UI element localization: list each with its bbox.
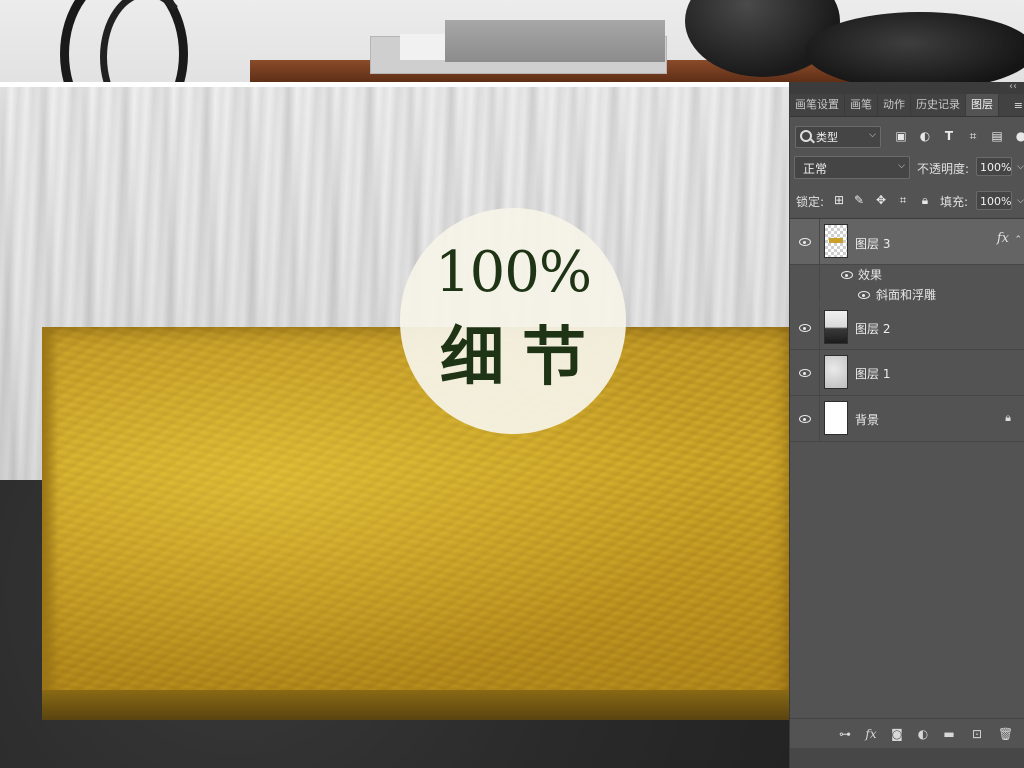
tab-brushes[interactable]: 画笔 — [845, 94, 878, 116]
filter-kind-select[interactable]: 类型 ⌵ — [795, 126, 881, 148]
gold-panel-edge — [42, 327, 58, 720]
layer-thumbnail — [824, 224, 848, 258]
opacity-field[interactable]: 100% — [976, 157, 1012, 176]
layer-name[interactable]: 背景 — [855, 411, 879, 428]
visibility-eye-icon[interactable] — [799, 369, 811, 377]
gold-panel-bottom-edge — [42, 690, 790, 720]
fill-field[interactable]: 100% — [976, 191, 1012, 210]
new-layer-icon[interactable]: ⊡ — [970, 727, 984, 741]
panel-grip[interactable]: ‹‹ — [790, 81, 1024, 94]
divider — [819, 265, 820, 303]
panel-tabs: 画笔设置 画笔 动作 历史记录 图层 — [790, 94, 1024, 117]
chair-decor-2 — [100, 0, 194, 82]
lock-icon: 🔒︎ — [1005, 411, 1011, 424]
delete-layer-icon[interactable]: 🗑︎ — [998, 727, 1013, 741]
panel-bottom — [790, 748, 1024, 768]
fx-icon[interactable]: fx — [997, 231, 1009, 246]
blend-mode-select[interactable]: 正常 ⌵ — [794, 156, 910, 179]
filter-toggle-icon[interactable]: ● — [1014, 129, 1024, 143]
adjustment-layer-icon[interactable]: ◐ — [916, 727, 930, 741]
artboard-icon[interactable]: ⌗ — [896, 193, 910, 207]
layer-row-2[interactable]: 图层 2 — [790, 305, 1024, 350]
layer-thumbnail — [824, 310, 848, 344]
panel-menu-icon[interactable]: ≡ — [1014, 99, 1023, 112]
lock-paint-icon[interactable]: ✎ — [852, 193, 866, 207]
bevel-emboss-eye-icon[interactable] — [858, 291, 870, 299]
fill-label: 填充: — [940, 195, 969, 209]
search-icon — [800, 130, 812, 142]
divider — [819, 396, 820, 441]
badge-word: 细节 — [440, 320, 604, 395]
opacity-dropdown-icon[interactable]: ⌵ — [1017, 162, 1024, 172]
top-photo-strip — [0, 0, 1024, 82]
visibility-eye-icon[interactable] — [799, 324, 811, 332]
collapse-icon[interactable]: ‹‹ — [1009, 81, 1017, 92]
shape-filter-icon[interactable]: ⌗ — [966, 129, 980, 143]
layers-list: 图层 3 fx ⌃ 效果 斜面和浮雕 图层 2 图层 1 背景 🔒︎ — [790, 218, 1024, 719]
divider — [819, 219, 820, 264]
effects-label: 效果 — [858, 268, 883, 282]
bevel-emboss-effect[interactable]: 斜面和浮雕 — [876, 286, 936, 303]
book-decor-2 — [445, 20, 665, 62]
layer-name[interactable]: 图层 1 — [855, 365, 890, 382]
layer-row-background[interactable]: 背景 🔒︎ — [790, 396, 1024, 442]
layer-effects-group: 效果 斜面和浮雕 — [790, 265, 1024, 303]
badge-percent: 100% — [434, 240, 592, 305]
layer-name[interactable]: 图层 3 — [855, 235, 890, 252]
link-layers-icon[interactable]: ⊶ — [838, 727, 852, 741]
new-group-icon[interactable]: ▬ — [942, 727, 956, 741]
detail-badge: 100% 细节 — [400, 208, 626, 434]
book-decor-3 — [400, 34, 445, 60]
expand-effects-icon[interactable]: ⌃ — [1014, 235, 1022, 245]
smart-object-filter-icon[interactable]: ▤ — [990, 129, 1004, 143]
lock-label: 锁定: — [796, 195, 825, 209]
layer-row-1[interactable]: 图层 1 — [790, 350, 1024, 396]
tab-history[interactable]: 历史记录 — [911, 94, 966, 116]
lock-row: 锁定: ⊞ ✎ ✥ ⌗ 🔒︎ 填充: 100% ⌵ — [790, 188, 1024, 212]
fill-dropdown-icon[interactable]: ⌵ — [1017, 196, 1024, 206]
thumbnail-content — [829, 238, 843, 243]
lock-all-icon[interactable]: 🔒︎ — [918, 193, 932, 207]
image-filter-icon[interactable]: ▣ — [894, 129, 908, 143]
visibility-eye-icon[interactable] — [799, 238, 811, 246]
filter-kind-label: 类型 — [816, 131, 838, 144]
chevron-down-icon: ⌵ — [898, 161, 905, 171]
add-mask-icon[interactable]: ◙ — [890, 727, 904, 741]
layers-footer: ⊶ fx ◙ ◐ ▬ ⊡ 🗑︎ — [790, 718, 1024, 749]
tab-layers[interactable]: 图层 — [966, 94, 999, 116]
chevron-down-icon: ⌵ — [869, 130, 876, 140]
layers-panel: ‹‹ 画笔设置 画笔 动作 历史记录 图层 ≡ 类型 ⌵ ▣ ◐ T ⌗ ▤ ●… — [789, 81, 1024, 768]
effects-visibility-eye-icon[interactable] — [841, 271, 853, 279]
lock-move-icon[interactable]: ✥ — [874, 193, 888, 207]
blend-row: 正常 ⌵ 不透明度: 100% ⌵ — [790, 154, 1024, 180]
opacity-label: 不透明度: — [917, 162, 970, 176]
tab-actions[interactable]: 动作 — [878, 94, 911, 116]
fx-icon[interactable]: fx — [864, 727, 878, 741]
type-filter-icon[interactable]: T — [942, 129, 956, 143]
layer-filter-row: 类型 ⌵ ▣ ◐ T ⌗ ▤ ● — [790, 122, 1024, 150]
layer-name[interactable]: 图层 2 — [855, 320, 890, 337]
vase-decor-2 — [805, 12, 1024, 82]
blend-mode-label: 正常 — [803, 162, 828, 176]
layer-thumbnail — [824, 401, 848, 435]
adjustment-filter-icon[interactable]: ◐ — [918, 129, 932, 143]
visibility-eye-icon[interactable] — [799, 415, 811, 423]
divider — [819, 350, 820, 395]
divider — [819, 305, 820, 349]
layer-thumbnail — [824, 355, 848, 389]
tab-brush-settings[interactable]: 画笔设置 — [790, 94, 845, 116]
lock-transparent-icon[interactable]: ⊞ — [832, 193, 846, 207]
layer-row-3[interactable]: 图层 3 fx ⌃ — [790, 219, 1024, 265]
